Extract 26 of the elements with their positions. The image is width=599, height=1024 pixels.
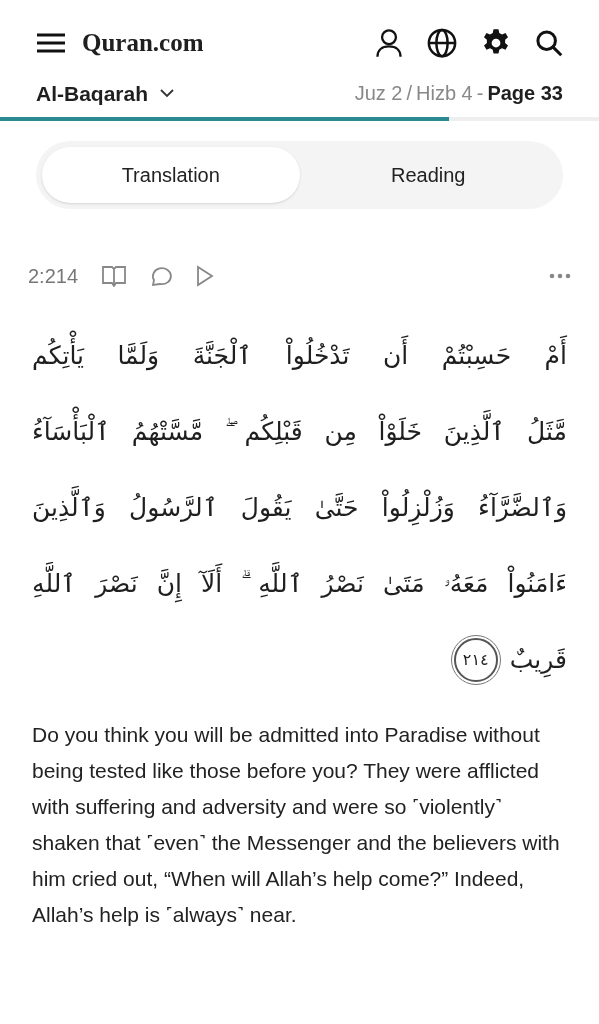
search-icon[interactable]	[535, 28, 563, 57]
separator-slash: /	[406, 81, 412, 107]
verse-key[interactable]: 2:214	[28, 261, 79, 291]
user-icon[interactable]	[375, 27, 403, 58]
page-label: Page 33	[487, 81, 563, 107]
surah-selector[interactable]: Al-Baqarah	[36, 77, 175, 109]
arabic-verse-line: وَٱلضَّرَّآءُ وَزُلْزِلُواْ حَتَّىٰ يَقُولَ ٱلرَّسُولُ وَٱلَّذِينَ	[32, 483, 567, 533]
arabic-verse-line: مَّثَلُ ٱلَّذِينَ خَلَوْاْ مِن قَبْلِكُم ۖ مَّسَّتْهُمُ ٱلْبَأْسَآءُ	[32, 407, 567, 457]
arabic-verse-line: قَرِيبٌ	[509, 635, 567, 685]
view-tab[interactable]: Reading	[299, 147, 557, 203]
menu-icon[interactable]	[36, 31, 66, 54]
juz-label: Juz 2	[354, 81, 403, 107]
arabic-verse-line: ءَامَنُواْ مَعَهُۥ مَتَىٰ نَصْرُ ٱللَّهِ ۗ أَلَآ إِنَّ نَصْرَ ٱللَّهِ	[32, 559, 567, 609]
verse-translation: Do you think you will be admitted into Paradise without being tested like those before you? They were afflicted with suffering and adversity and were so ˹violently˺ shaken that ˹even˺ the Messenger and the believers with him cried out, “When will Allah’s help come?” Indeed, Allah’s help is ˹always˺ near.	[31, 722, 561, 928]
hizb-label: Hizb 4	[416, 81, 473, 107]
site-logo[interactable]: Quran.com	[82, 24, 204, 62]
verse-number-marker: ٢١٤	[453, 638, 498, 682]
comment-icon[interactable]	[150, 265, 173, 287]
arabic-verse-line: أَمْ حَسِبْتُمْ أَن تَدْخُلُواْ ٱلْجَنَّةَ وَلَمَّا يَأْتِكُم	[32, 331, 567, 381]
globe-icon[interactable]	[427, 27, 457, 58]
chevron-down-icon	[160, 88, 175, 98]
separator-dash: -	[476, 81, 484, 107]
view-tab[interactable]: Translation	[42, 147, 300, 203]
play-icon[interactable]	[196, 265, 215, 287]
more-icon[interactable]	[549, 273, 571, 279]
book-icon[interactable]	[102, 265, 127, 287]
